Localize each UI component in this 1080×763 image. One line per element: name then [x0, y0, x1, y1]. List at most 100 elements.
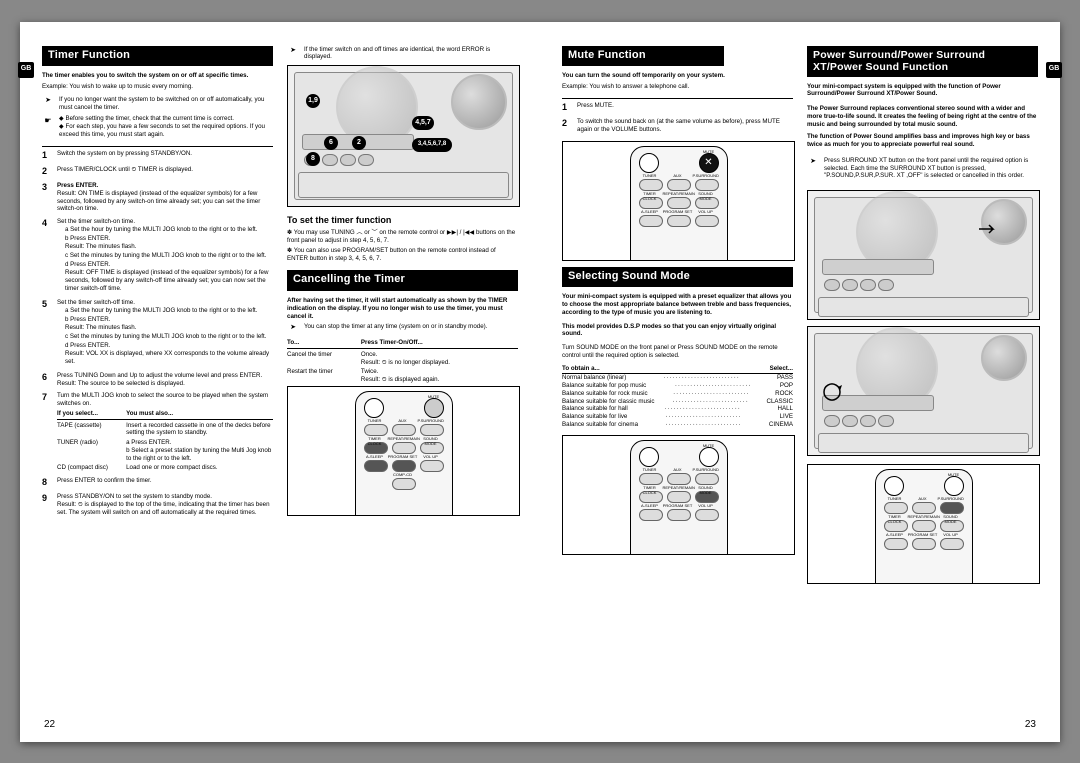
mute-intro: You can turn the sound off temporarily o… — [562, 72, 793, 80]
th-to: To... — [287, 339, 361, 347]
lbl-compcd: COMP-CD — [390, 472, 416, 477]
lbl-volup: VOL UP — [420, 454, 442, 459]
remote-diagram-mute: MUTE ✕ TUNER AUX P.SURROUND TIMER CLOCK … — [562, 141, 795, 261]
step-num-9: 9 — [42, 493, 52, 516]
heading-mute-function: Mute Function — [562, 46, 724, 67]
sel-tuner-act: a Press ENTER.b Select a preset station … — [126, 439, 273, 462]
sel-cd-act: Load one or more compact discs. — [126, 464, 273, 472]
step-2: Press TIMER/CLOCK until ⏲ TIMER is displ… — [57, 166, 273, 177]
step-5: Set the timer switch-off time. a Set the… — [57, 299, 273, 367]
col-timer-diagram: If the timer switch on and off times are… — [287, 46, 518, 710]
language-badge: GB — [1046, 62, 1062, 78]
callout-1-9: 1,9 — [306, 94, 320, 108]
tip-program-set: You can also use PROGRAM/SET button on t… — [287, 247, 496, 262]
callout-8: 8 — [306, 152, 320, 166]
sound-mode-model: This model provides D.S.P modes so that … — [562, 323, 793, 339]
page-number-22: 22 — [44, 719, 55, 732]
timer-error-note: If the timer switch on and off times are… — [304, 46, 518, 62]
th-obtain: To obtain a... — [562, 365, 701, 373]
col-timer-steps: Timer Function The timer enables you to … — [42, 46, 273, 710]
step-num-8: 8 — [42, 477, 52, 488]
step-9: Press STANDBY/ON to set the system to st… — [57, 493, 273, 516]
row-cancel: Cancel the timer — [287, 351, 361, 359]
remote-diagram-soundmode: MUTE TUNER AUX P.SURROUND TIMER CLOCK RE… — [562, 435, 795, 555]
lbl-tuner: TUNER — [364, 418, 386, 423]
remote-diagram-timer: MUTE TUNER AUX P.SURROUND TIMER CLOCK RE… — [287, 386, 520, 516]
step-4: Set the timer switch-on time. a Set the … — [57, 218, 273, 294]
mute-step-2-num: 2 — [562, 118, 572, 134]
col-power-surround: Power Surround/Power SurroundXT/Power So… — [807, 46, 1038, 710]
lbl-asleep: A-SLEEP — [364, 454, 386, 459]
lbl-aux: AUX — [392, 418, 414, 423]
subhead-set-timer: To set the timer function — [287, 215, 518, 226]
timer-note-cancel: If you no longer want the system to be s… — [59, 96, 273, 112]
sm-live-l: Balance suitable for live — [562, 413, 627, 421]
sm-hall: HALL — [778, 405, 793, 413]
lbl-psurround: P.SURROUND — [418, 418, 444, 423]
row-cancel-act: Once.Result: ⏲ is no longer displayed. — [361, 351, 518, 367]
step-num-2: 2 — [42, 166, 52, 177]
step-num-6: 6 — [42, 372, 52, 388]
step-num-5: 5 — [42, 299, 52, 367]
sel-tuner: TUNER (radio) — [57, 439, 126, 447]
ps-intro: Your mini-compact system is equipped wit… — [807, 83, 1038, 99]
cancel-note: You can stop the timer at any time (syst… — [304, 323, 518, 333]
sound-mode-turn: Turn SOUND MODE on the front panel or Pr… — [562, 344, 793, 360]
row-restart: Restart the timer — [287, 368, 361, 376]
device-diagram-timer: 1,9 8 6 2 4,5,7 3,4,5,6,7,8 — [287, 65, 520, 207]
heading-power-surround: Power Surround/Power SurroundXT/Power So… — [807, 46, 1038, 77]
sound-mode-intro: Your mini-compact system is equipped wit… — [562, 293, 793, 316]
step-1: Switch the system on by pressing STANDBY… — [57, 150, 273, 161]
sel-cd: CD (compact disc) — [57, 464, 126, 472]
sm-hall-l: Balance suitable for hall — [562, 405, 628, 413]
mute-step-2: To switch the sound back on (at the same… — [577, 118, 793, 134]
sel-tape: TAPE (cassette) — [57, 422, 126, 430]
step-8: Press ENTER to confirm the timer. — [57, 477, 273, 488]
heading-timer-function: Timer Function — [42, 46, 273, 67]
row-restart-act: Twice.Result: ⏲ is displayed again. — [361, 368, 518, 384]
cancel-intro: After having set the timer, it will star… — [287, 297, 518, 320]
sm-pass: PASS — [777, 374, 793, 382]
callout-6: 6 — [324, 136, 338, 150]
lbl-timerclock: TIMER CLOCK — [362, 436, 388, 446]
col-mute-soundmode: Mute Function You can turn the sound off… — [562, 46, 793, 710]
hand-icon — [42, 115, 54, 138]
heading-selecting-sound-mode: Selecting Sound Mode — [562, 267, 793, 288]
mute-step-1: Press MUTE. — [577, 102, 793, 113]
th-press: Press Timer-On/Off... — [361, 339, 518, 347]
th-select: Select... — [701, 365, 793, 373]
lbl-programset: PROGRAM SET — [388, 454, 418, 459]
manual-spread: GB Timer Function The timer enables you … — [20, 22, 1060, 742]
heading-cancelling-timer: Cancelling the Timer — [287, 270, 518, 291]
remote-diagram-psurround: MUTE TUNER AUX P.SURROUND TIMER CLOCK RE… — [807, 464, 1040, 584]
sm-linear: Normal balance (linear) — [562, 374, 626, 382]
sm-classic-l: Balance suitable for classic music — [562, 398, 655, 406]
note-step-timeout: For each step, you have a few seconds to… — [59, 123, 265, 138]
page-23: GB Mute Function You can turn the sound … — [540, 22, 1060, 742]
lbl-repeat: REPEAT/REMAIN — [388, 436, 418, 441]
sm-rock-l: Balance suitable for rock music — [562, 390, 648, 398]
step-num-3: 3 — [42, 182, 52, 213]
sm-pop-l: Balance suitable for pop music — [562, 382, 646, 390]
th-must-also: You must also... — [126, 410, 273, 418]
timer-intro: The timer enables you to switch the syst… — [42, 72, 273, 80]
page-number-23: 23 — [1025, 719, 1036, 732]
step-num-7: 7 — [42, 392, 52, 472]
language-badge: GB — [18, 62, 34, 78]
sm-cinema-l: Balance suitable for cinema — [562, 421, 638, 429]
ps-paragraph-1: The Power Surround replaces conventional… — [807, 105, 1038, 128]
lbl-soundmode: SOUND MODE — [418, 436, 444, 446]
note-check-time: Before setting the timer, check that the… — [65, 115, 234, 122]
sm-cinema: CINEMA — [769, 421, 793, 429]
step-7: Turn the MULTI JOG knob to select the so… — [57, 392, 273, 472]
mute-example: Example: You wish to answer a telephone … — [562, 83, 793, 91]
timer-example: Example: You wish to wake up to music ev… — [42, 83, 273, 91]
timer-note-checks: ◆ Before setting the timer, check that t… — [59, 115, 273, 138]
tip-tuning: You may use TUNING ︿ or ﹀ on the remote … — [287, 229, 515, 244]
sm-classic: CLASSIC — [767, 398, 793, 406]
arrow-icon — [287, 323, 299, 333]
sm-live: LIVE — [780, 413, 793, 421]
ps-paragraph-2: The function of Power Sound amplifies ba… — [807, 133, 1038, 149]
step-num-4: 4 — [42, 218, 52, 294]
arrow-icon — [287, 46, 299, 62]
